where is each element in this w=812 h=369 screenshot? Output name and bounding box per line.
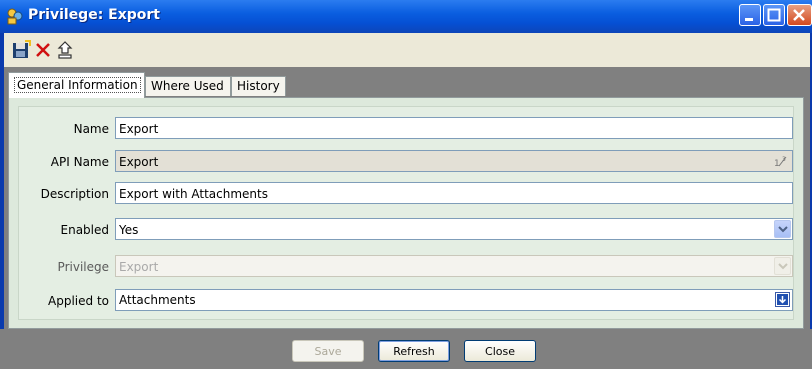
export-icon[interactable]	[55, 40, 75, 60]
enabled-value: Yes	[119, 223, 139, 237]
form-area: Name Export API Name Export 1 3 Descript…	[18, 106, 794, 320]
close-window-button[interactable]	[787, 4, 812, 26]
applied-to-lookup-button[interactable]	[775, 292, 790, 307]
delete-icon[interactable]	[33, 40, 53, 60]
toolbar	[4, 33, 810, 67]
refresh-button[interactable]: Refresh	[378, 340, 450, 362]
privilege-window: Privilege: Export General Information Wh…	[0, 0, 812, 369]
maximize-icon	[767, 8, 781, 22]
api-name-row: API Name Export 1 3	[19, 149, 795, 175]
minimize-icon	[745, 18, 753, 21]
api-name-field: Export 1 3	[115, 150, 793, 172]
save-button[interactable]: Save	[292, 340, 364, 362]
window-title: Privilege: Export	[28, 7, 161, 23]
chevron-down-icon	[778, 263, 788, 270]
applied-to-field[interactable]: Attachments	[115, 289, 793, 311]
privilege-label: Privilege	[57, 260, 109, 274]
privilege-row: Privilege Export	[19, 254, 795, 280]
name-field[interactable]: Export	[115, 117, 793, 139]
svg-text:3: 3	[782, 156, 786, 163]
tab-general-information[interactable]: General Information	[8, 72, 145, 98]
chevron-down-icon	[778, 226, 788, 233]
enabled-dropdown-button[interactable]	[774, 220, 791, 238]
window-border-left	[0, 33, 4, 369]
privilege-value: Export	[119, 260, 159, 274]
tab-history[interactable]: History	[231, 76, 286, 96]
tab-where-used[interactable]: Where Used	[145, 76, 231, 96]
svg-text:1: 1	[774, 159, 780, 169]
download-arrow-icon	[777, 294, 788, 305]
privilege-icon	[7, 8, 23, 25]
api-name-value: Export	[119, 155, 159, 169]
minimize-button[interactable]	[739, 4, 761, 26]
applied-to-label: Applied to	[48, 294, 109, 308]
enabled-row: Enabled Yes	[19, 217, 795, 243]
maximize-button[interactable]	[763, 4, 785, 26]
description-row: Description Export with Attachments	[19, 181, 795, 207]
applied-to-value: Attachments	[119, 293, 196, 307]
close-button[interactable]: Close	[464, 340, 536, 362]
close-icon	[793, 9, 805, 21]
privilege-dropdown-button	[774, 257, 791, 275]
tab-label: General Information	[14, 77, 141, 93]
general-information-panel: Name Export API Name Export 1 3 Descript…	[8, 97, 804, 329]
description-field[interactable]: Export with Attachments	[115, 182, 793, 204]
applied-to-row: Applied to Attachments	[19, 288, 795, 314]
enabled-select[interactable]: Yes	[115, 218, 793, 240]
privilege-select: Export	[115, 255, 793, 277]
enabled-label: Enabled	[60, 223, 110, 237]
tab-label: History	[237, 79, 280, 93]
description-label: Description	[40, 187, 109, 201]
save-icon[interactable]	[11, 40, 31, 60]
name-label: Name	[73, 122, 109, 136]
tab-label: Where Used	[151, 79, 224, 93]
api-name-label: API Name	[50, 155, 109, 169]
name-row: Name Export	[19, 116, 795, 142]
sort-numeric-icon: 1 3	[774, 156, 787, 169]
footer: Save Refresh Close	[0, 329, 812, 369]
title-bar[interactable]: Privilege: Export	[0, 0, 812, 33]
